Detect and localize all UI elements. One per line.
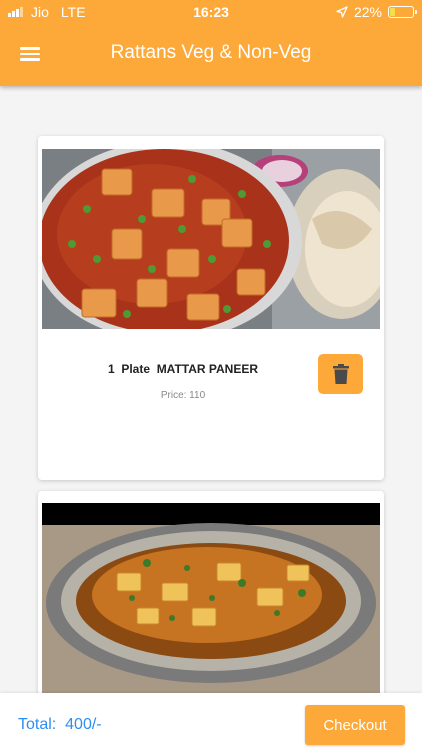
cart-item-card: 1 Plate MATTAR PANEER Price: 110 xyxy=(38,136,384,480)
status-bar: Jio LTE 16:23 22% xyxy=(0,0,422,24)
location-arrow-icon xyxy=(336,6,348,18)
checkout-button[interactable]: Checkout xyxy=(305,705,405,745)
item-name-line: 1 Plate MATTAR PANEER xyxy=(38,362,328,376)
item-unit: Plate xyxy=(121,362,151,376)
battery-icon xyxy=(388,6,417,18)
item-price: Price: 110 xyxy=(160,390,206,401)
food-image-mattar-paneer xyxy=(42,149,380,329)
total-amount: Total: 400/- xyxy=(18,716,102,734)
page-title: Rattans Veg & Non-Veg xyxy=(110,42,312,63)
food-image-paneer-curry xyxy=(42,503,380,693)
battery-percent: 22% xyxy=(353,4,382,20)
delete-item-button[interactable] xyxy=(318,354,363,394)
cart-footer: Total: 400/- Checkout xyxy=(0,693,422,750)
cart-item-card xyxy=(38,491,384,693)
total-value: 400/- xyxy=(65,716,102,733)
trash-icon xyxy=(332,364,349,384)
item-name: MATTAR PANEER xyxy=(156,362,259,376)
total-label: Total: xyxy=(18,716,57,733)
cart-list[interactable]: 1 Plate MATTAR PANEER Price: 110 xyxy=(0,86,422,693)
app-header: Jio LTE 16:23 22% Rattans Veg & Non-Veg xyxy=(0,0,422,86)
item-quantity: 1 xyxy=(107,362,115,376)
